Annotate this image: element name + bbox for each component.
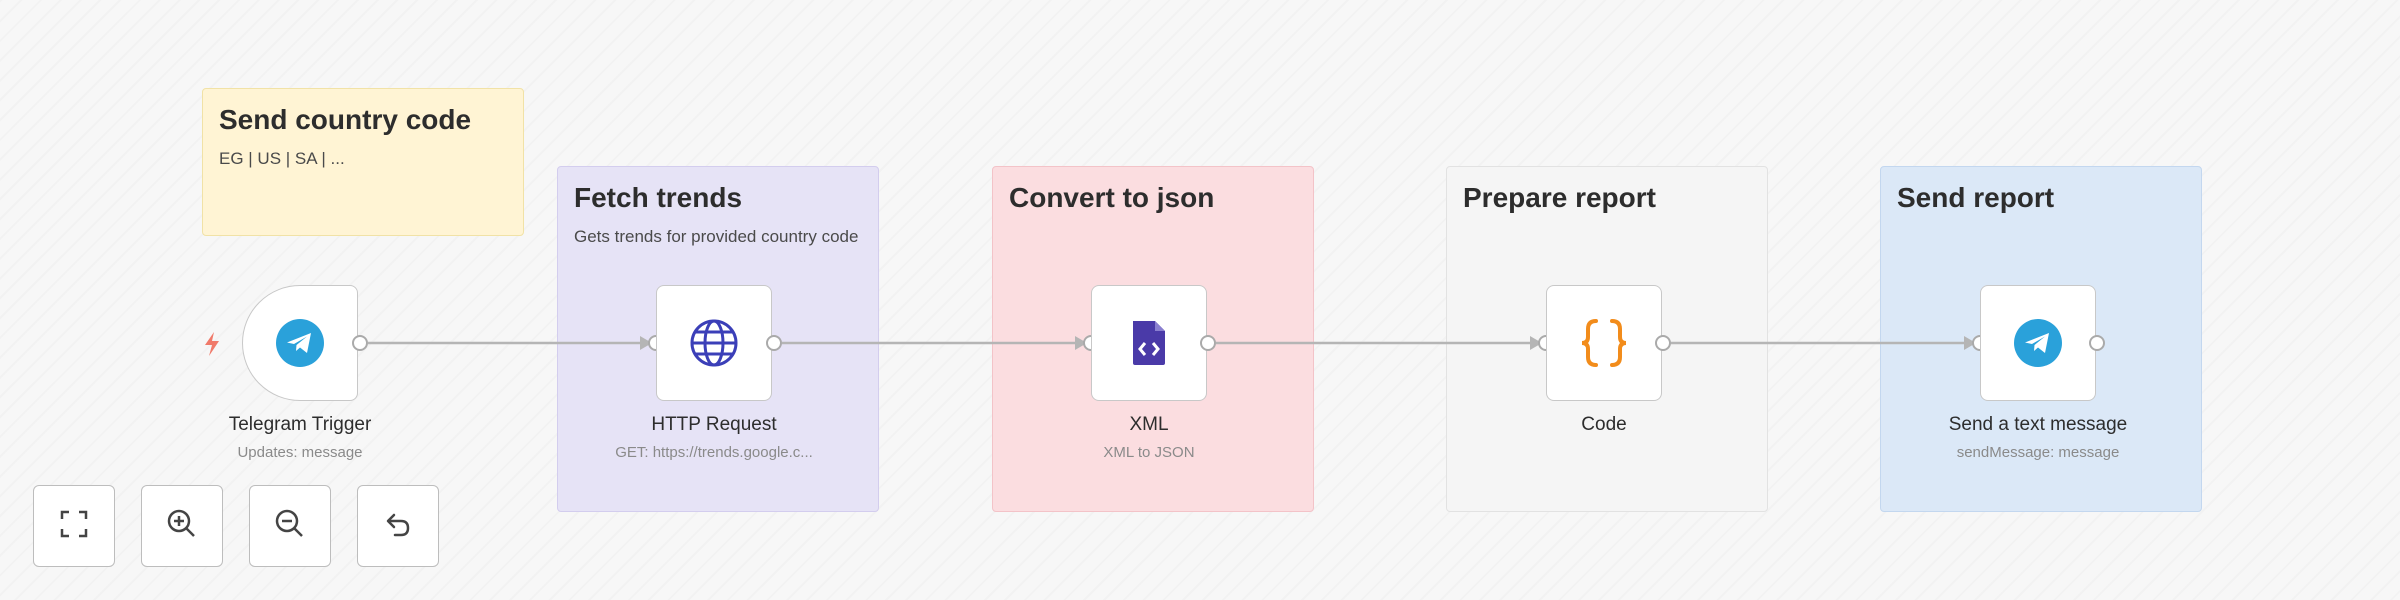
telegram-icon xyxy=(2014,319,2062,367)
output-handle[interactable] xyxy=(766,335,782,351)
node-subtitle: Updates: message xyxy=(237,444,363,461)
zoom-out-button[interactable] xyxy=(249,485,331,567)
node-label: Telegram Trigger xyxy=(228,414,372,435)
node-telegram-trigger[interactable] xyxy=(242,285,358,401)
zoom-in-button[interactable] xyxy=(141,485,223,567)
zoom-out-icon xyxy=(274,508,306,545)
node-subtitle: sendMessage: message xyxy=(1956,444,2120,461)
trigger-bolt-icon xyxy=(202,332,222,356)
node-send-text-message[interactable] xyxy=(1980,285,2096,401)
node-xml[interactable] xyxy=(1091,285,1207,401)
undo-icon xyxy=(383,509,413,544)
reset-zoom-button[interactable] xyxy=(357,485,439,567)
zoom-in-icon xyxy=(166,508,198,545)
xml-file-icon xyxy=(1129,319,1169,367)
fit-view-button[interactable] xyxy=(33,485,115,567)
code-braces-icon xyxy=(1576,315,1632,371)
node-subtitle: GET: https://trends.google.c... xyxy=(615,444,813,461)
globe-icon xyxy=(688,317,740,369)
output-handle[interactable] xyxy=(352,335,368,351)
workflow-canvas[interactable]: Send country code EG | US | SA | ... Fet… xyxy=(0,0,2400,600)
node-label: XML xyxy=(1129,414,1169,435)
node-label: HTTP Request xyxy=(651,414,777,435)
output-handle[interactable] xyxy=(1200,335,1216,351)
node-subtitle: XML to JSON xyxy=(1103,444,1195,461)
node-http-request[interactable] xyxy=(656,285,772,401)
output-handle[interactable] xyxy=(1655,335,1671,351)
output-handle[interactable] xyxy=(2089,335,2105,351)
node-label: Send a text message xyxy=(1948,414,2128,435)
node-label: Code xyxy=(1581,414,1627,435)
fullscreen-icon xyxy=(59,509,89,544)
telegram-icon xyxy=(276,319,324,367)
node-code[interactable] xyxy=(1546,285,1662,401)
